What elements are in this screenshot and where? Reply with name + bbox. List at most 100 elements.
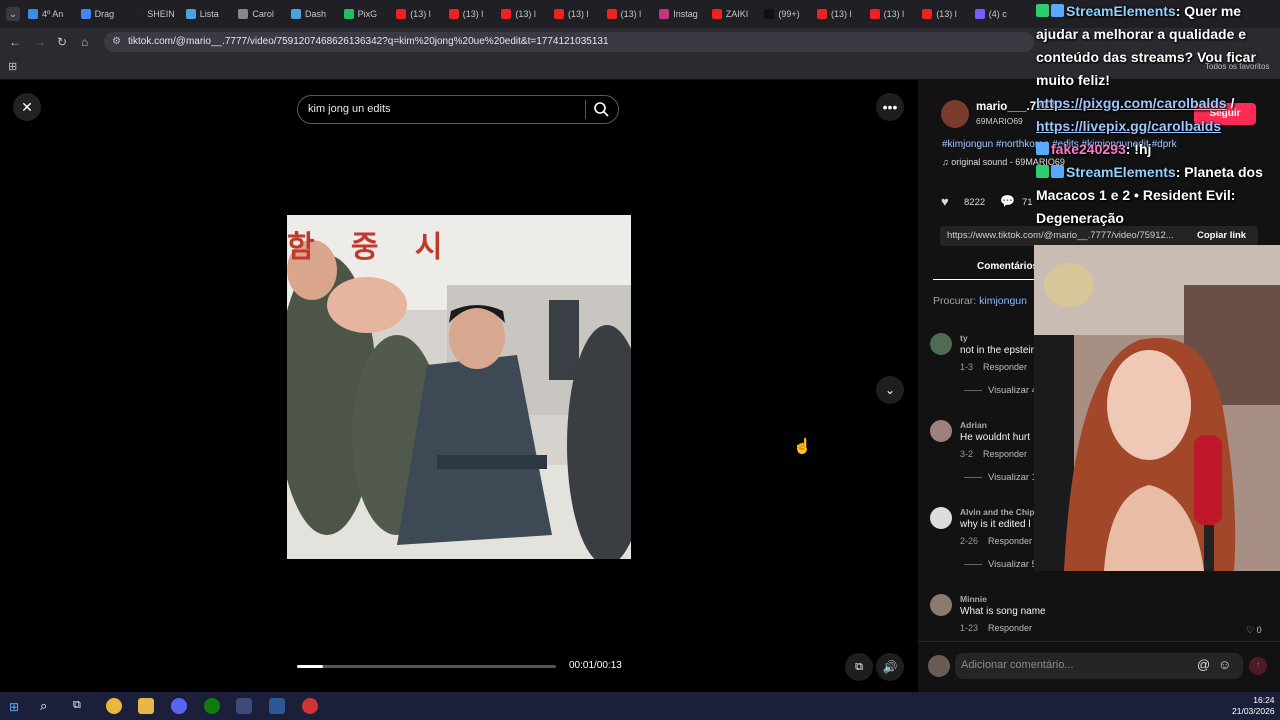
browser-tab[interactable]: (99+) <box>764 4 812 24</box>
send-icon[interactable]: ↑ <box>1249 657 1267 675</box>
obs-icon[interactable] <box>302 698 318 714</box>
comment-avatar[interactable] <box>930 594 952 616</box>
browser-tab[interactable]: Carol <box>238 4 286 24</box>
view-replies-button[interactable]: Visualizar 1 <box>964 472 1037 483</box>
browser-tab[interactable]: PixG <box>343 4 392 24</box>
browser-tab[interactable]: (13) l <box>554 4 602 24</box>
home-icon[interactable]: ⌂ <box>81 35 88 49</box>
chrome-icon[interactable] <box>106 698 122 714</box>
heart-icon: ♡ <box>1246 625 1255 635</box>
tab-favicon-icon <box>659 9 670 19</box>
emoji-icon[interactable]: ☺ <box>1218 657 1231 672</box>
browser-tab[interactable]: Instag <box>659 4 707 24</box>
mention-icon[interactable]: @ <box>1197 657 1210 672</box>
comment-avatar[interactable] <box>930 507 952 529</box>
browser-tab[interactable]: (13) l <box>396 4 444 24</box>
video-frame[interactable] <box>287 215 631 559</box>
comment-date: 3-2 <box>960 449 974 459</box>
tab-title: (4) c <box>988 9 1007 19</box>
next-video-chevron-icon[interactable]: ⌄ <box>876 376 904 404</box>
task-view-icon[interactable]: ⧉ <box>73 699 81 712</box>
comment-username[interactable]: ty <box>960 333 968 343</box>
word-icon[interactable] <box>269 698 285 714</box>
tab-favicon-icon <box>554 9 564 19</box>
more-options-icon[interactable]: ••• <box>876 93 904 121</box>
address-bar[interactable]: tiktok.com/@mario__.7777/video/759120746… <box>104 32 1034 52</box>
security-icon[interactable] <box>236 698 252 714</box>
mouse-cursor-icon: ☝ <box>793 438 812 455</box>
apps-grid-icon[interactable]: ⊞ <box>8 60 17 74</box>
author-avatar[interactable] <box>941 100 969 128</box>
miniplayer-icon[interactable]: ⧉ <box>845 653 873 681</box>
browser-tab[interactable]: Dash <box>291 4 339 24</box>
taskbar-clock[interactable]: 16:24 21/03/2026 <box>1232 695 1275 717</box>
reply-button[interactable]: Responder <box>983 449 1027 459</box>
comment-text: not in the epstein <box>960 345 1037 356</box>
browser-tab[interactable]: (13) l <box>869 4 918 24</box>
music-note-icon: ♫ <box>942 157 952 167</box>
comment-username[interactable]: Minnie <box>960 594 987 604</box>
comment-meta: 1-3 Responder <box>960 362 1027 372</box>
browser-tab[interactable]: (13) l <box>606 4 655 24</box>
close-icon[interactable]: ✕ <box>13 93 41 121</box>
chat-link: https://livepix.gg/carolbalds <box>1036 118 1222 134</box>
view-replies-button[interactable]: Visualizar 4 <box>964 385 1037 396</box>
like-icon[interactable]: ♥ <box>941 194 949 209</box>
video-time: 00:01/00:13 <box>569 660 622 671</box>
comment-avatar[interactable] <box>930 333 952 355</box>
reply-button[interactable]: Responder <box>983 362 1027 372</box>
xbox-icon[interactable] <box>204 698 220 714</box>
comment-avatar[interactable] <box>930 420 952 442</box>
my-avatar <box>928 655 950 677</box>
chat-username: fake240293 <box>1051 141 1126 157</box>
browser-tab[interactable]: ZAIKI <box>711 4 760 24</box>
view-replies-button[interactable]: Visualizar 5 <box>964 559 1037 570</box>
browser-tab[interactable]: (4) c <box>974 4 1023 24</box>
chat-username: StreamElements <box>1066 3 1176 19</box>
file-explorer-icon[interactable] <box>138 698 154 714</box>
tab-favicon-icon <box>291 9 301 19</box>
search-taskbar-icon[interactable]: ⌕ <box>40 698 47 714</box>
video-progress-bar[interactable] <box>297 665 556 668</box>
site-info-icon[interactable]: ⚙ <box>112 35 121 49</box>
comment-text: why is it edited l <box>960 519 1031 530</box>
tab-favicon-icon <box>817 9 827 19</box>
back-icon[interactable]: ← <box>9 35 21 49</box>
search-input[interactable]: kim jong un edits <box>297 95 619 124</box>
tab-title: Dash <box>305 9 327 19</box>
tab-search-chevron-icon[interactable]: ⌄ <box>6 7 20 21</box>
comment-input[interactable]: Adicionar comentário... @ ☺ <box>955 653 1243 679</box>
tab-favicon-icon <box>922 9 933 19</box>
comment-icon[interactable]: 💬 <box>1000 194 1015 208</box>
search-query: kim jong un edits <box>308 103 391 115</box>
browser-tab[interactable]: 4º An <box>28 4 76 24</box>
tab-title: 4º An <box>42 9 64 19</box>
forward-icon[interactable]: → <box>34 35 46 49</box>
start-icon[interactable]: ⊞ <box>9 700 19 714</box>
video-scene-image <box>287 215 631 559</box>
search-icon[interactable] <box>593 101 609 122</box>
browser-tab[interactable]: Lista <box>185 4 234 24</box>
tab-favicon-icon <box>80 9 91 19</box>
search-hint[interactable]: Procurar: kimjongun <box>933 295 1027 307</box>
browser-tab[interactable]: (13) l <box>501 4 549 24</box>
tab-title: (13) l <box>620 9 642 19</box>
comment-username[interactable]: Adrian <box>960 420 987 430</box>
reload-icon[interactable]: ↻ <box>57 35 67 49</box>
tab-favicon-icon <box>238 9 249 19</box>
comment-like[interactable]: ♡ 0 <box>1246 625 1262 636</box>
browser-tab[interactable]: (13) l <box>448 4 497 24</box>
tab-comments[interactable]: Comentários <box>977 261 1038 272</box>
reply-button[interactable]: Responder <box>988 536 1032 546</box>
video-progress-fill <box>297 665 323 668</box>
browser-tab[interactable]: (13) l <box>922 4 970 24</box>
tab-title: (13) l <box>462 9 484 19</box>
browser-tab[interactable]: (13) l <box>817 4 865 24</box>
volume-icon[interactable]: 🔊 <box>876 653 904 681</box>
tab-title: (13) l <box>515 9 536 19</box>
browser-tab[interactable]: Drag <box>80 4 129 24</box>
comment-username[interactable]: Alvin and the Chip <box>960 507 1035 517</box>
browser-tab[interactable]: SHEIN <box>133 4 181 24</box>
discord-icon[interactable] <box>171 698 187 714</box>
reply-button[interactable]: Responder <box>988 623 1032 633</box>
